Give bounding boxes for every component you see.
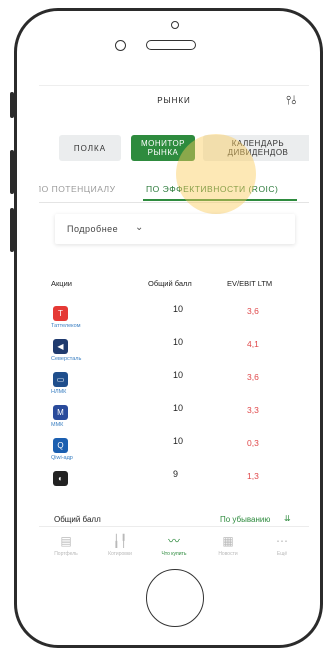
column-header-score: Общий балл: [148, 279, 192, 288]
segment-polka[interactable]: ПОЛКА: [59, 135, 121, 161]
details-dropdown[interactable]: Подробнее ⌄: [55, 214, 295, 244]
company-name: Таттелеком: [51, 323, 81, 329]
nav-item-portfolio[interactable]: ▤ Портфель: [39, 533, 93, 557]
score-value: 10: [173, 304, 184, 314]
quotes-icon: ╽╿: [112, 534, 128, 548]
company-logo-icon: Q: [53, 438, 68, 453]
nav-item-more[interactable]: ⋯ Ещё: [255, 533, 309, 557]
more-icon: ⋯: [276, 534, 288, 548]
camera-icon: [171, 21, 179, 29]
ev-ebit-value: 3,6: [247, 372, 259, 382]
score-value: 10: [173, 436, 184, 446]
news-icon: ▦: [222, 534, 234, 548]
ev-ebit-value: 0,3: [247, 438, 259, 448]
company-logo-icon: ◐: [53, 471, 68, 486]
nav-label: Что купить: [161, 551, 187, 557]
company-logo-icon: T: [53, 306, 68, 321]
sort-order-button[interactable]: По убыванию: [220, 515, 270, 524]
ev-ebit-value: 4,1: [247, 339, 259, 349]
nav-item-news[interactable]: ▦ Новости: [201, 533, 255, 557]
speaker-grille: [146, 40, 196, 50]
sort-field-label: Общий балл: [54, 515, 101, 524]
table-row[interactable]: Q Qiwi-адр 10 0,3: [39, 434, 309, 467]
table-row[interactable]: ▭ НЛМК 10 3,6: [39, 368, 309, 401]
ev-ebit-value: 3,3: [247, 405, 259, 415]
page-title: РЫНКИ: [157, 96, 191, 105]
sensor-icon: [115, 40, 126, 51]
app-screen: РЫНКИ ⫯⫰ ПОЛКА МОНИТОР РЫНКА КАЛЕНДАРЬ ДИВ…: [39, 85, 309, 568]
table-row[interactable]: T Таттелеком 10 3,6: [39, 302, 309, 335]
company-name: НЛМК: [51, 389, 67, 395]
segment-monitor-label: МОНИТОР РЫНКА: [141, 139, 185, 157]
table-row[interactable]: ◐ 9 1,3: [39, 467, 309, 500]
tab-bar: ПО ПОТЕНЦИАЛУ ПО ЭФФЕКТИВНОСТИ (ROIC): [39, 180, 309, 203]
score-value: 10: [173, 403, 184, 413]
chevron-down-icon: ⌄: [135, 222, 144, 233]
ev-ebit-value: 3,6: [247, 306, 259, 316]
nav-label: Котировки: [108, 551, 132, 557]
company-name: ММК: [51, 422, 64, 428]
nav-label: Новости: [218, 551, 238, 557]
company-logo-icon: ▭: [53, 372, 68, 387]
portfolio-icon: ▤: [60, 534, 72, 548]
sort-icon[interactable]: ⇊: [284, 514, 291, 523]
company-name: Qiwi-адр: [51, 455, 73, 461]
table-row[interactable]: M ММК 10 3,3: [39, 401, 309, 434]
company-logo-icon: ◀: [53, 339, 68, 354]
company-logo-icon: M: [53, 405, 68, 420]
filter-sliders-icon[interactable]: ⫯⫰: [286, 93, 296, 108]
nav-label: Портфель: [54, 551, 78, 557]
nav-label: Ещё: [276, 551, 288, 557]
table-row[interactable]: ◀ Северсталь 10 4,1: [39, 335, 309, 368]
score-value: 9: [173, 469, 179, 479]
chart-line-icon: 〰: [167, 534, 180, 548]
company-name: Северсталь: [51, 356, 82, 362]
column-header-stocks: Акции: [51, 279, 72, 288]
nav-item-quotes[interactable]: ╽╿ Котировки: [93, 533, 147, 557]
tab-potential[interactable]: ПО ПОТЕНЦИАЛУ: [39, 184, 116, 194]
score-value: 10: [173, 337, 184, 347]
column-header-ev-ebit: EV/EBIT LTM: [227, 279, 273, 288]
ev-ebit-value: 1,3: [247, 471, 259, 481]
home-button[interactable]: [146, 569, 204, 627]
bottom-nav: ▤ Портфель ╽╿ Котировки 〰 Что купить ▦ Н…: [39, 526, 309, 568]
dropdown-label: Подробнее: [67, 224, 119, 234]
tap-highlight: [176, 134, 256, 214]
nav-item-what-to-buy[interactable]: 〰 Что купить: [147, 533, 201, 557]
score-value: 10: [173, 370, 184, 380]
